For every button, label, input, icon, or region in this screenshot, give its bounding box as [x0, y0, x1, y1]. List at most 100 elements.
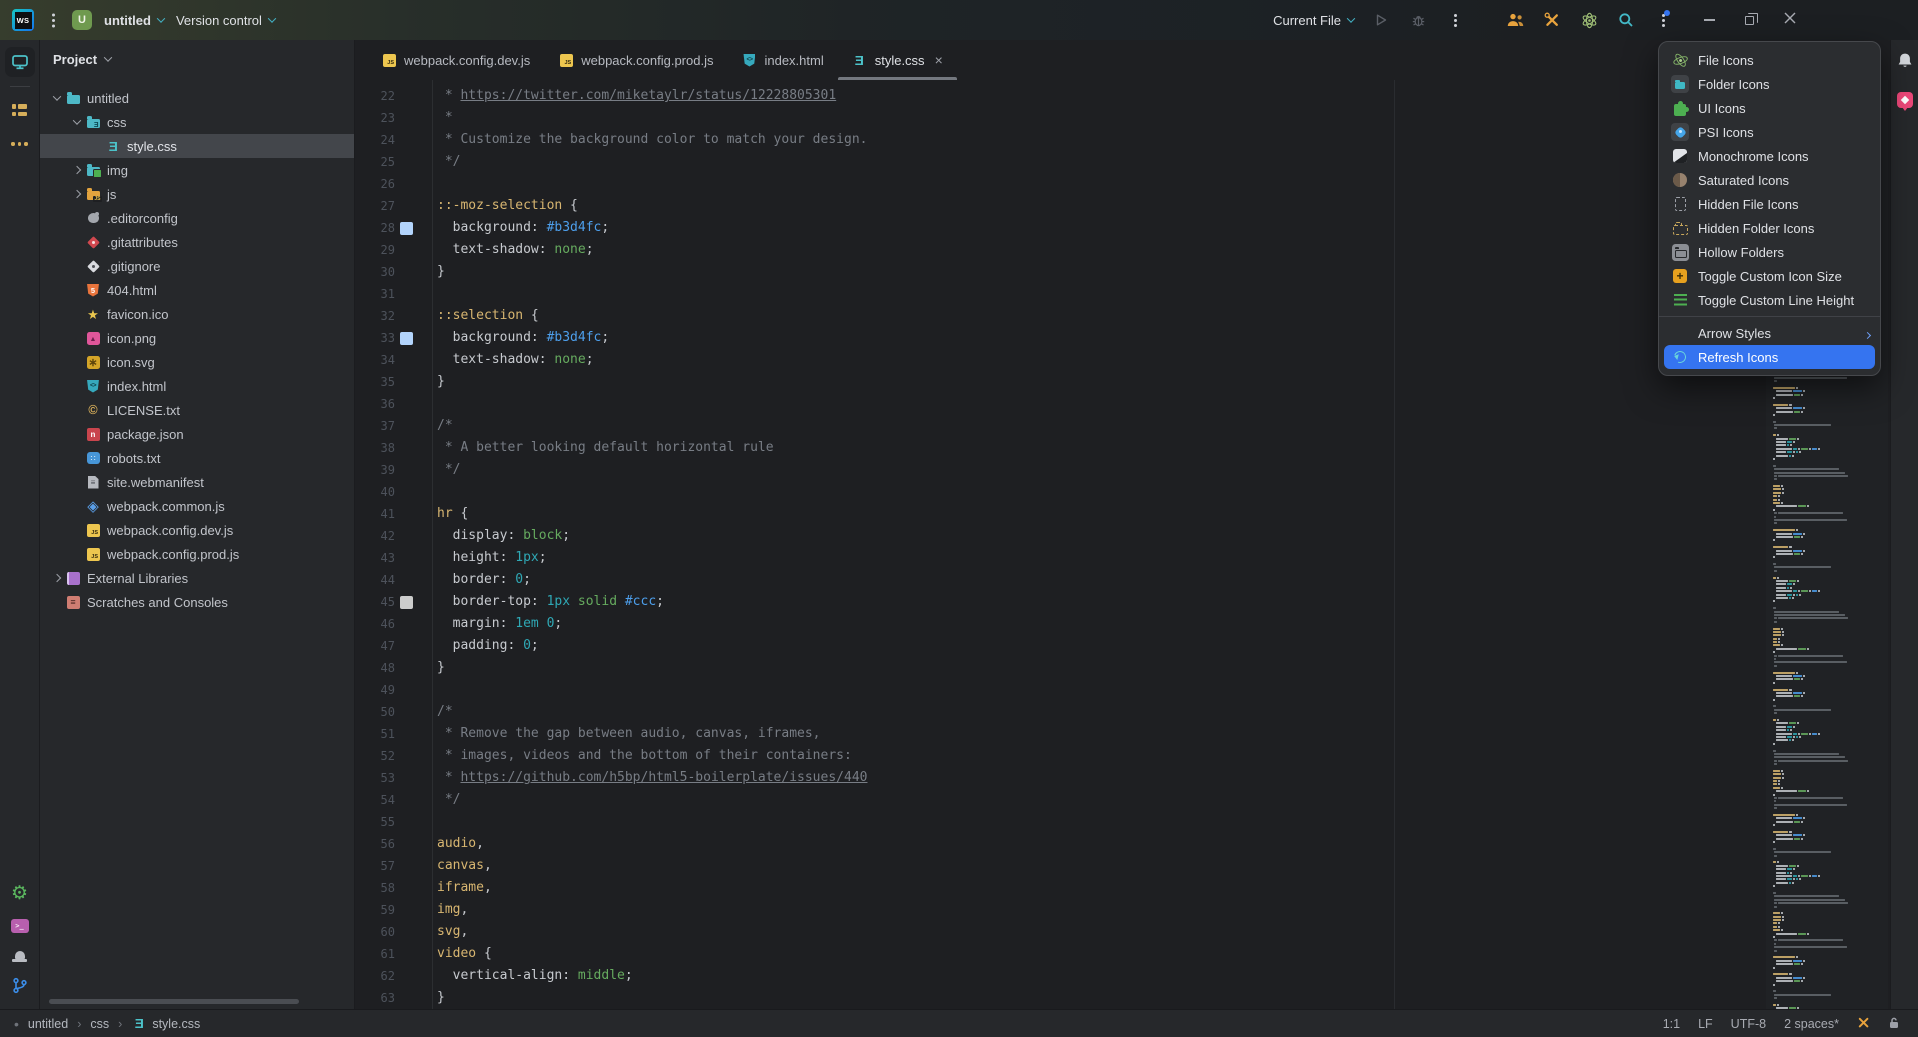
run-button[interactable] [1371, 10, 1391, 30]
menu-item-hidden-file-icons[interactable]: Hidden File Icons [1659, 192, 1880, 216]
chevron-collapsed-icon[interactable] [52, 574, 60, 582]
chevron-collapsed-icon[interactable] [72, 190, 80, 198]
line-number[interactable]: 41 [355, 503, 395, 525]
breadcrumb-style-css[interactable]: Ǝstyle.css [131, 1016, 200, 1032]
line-number[interactable]: 46 [355, 613, 395, 635]
line-number[interactable]: 43 [355, 547, 395, 569]
tab-webpack-config-prod-js[interactable]: JSwebpack.config.prod.js [544, 40, 727, 80]
more-tool-windows-button[interactable] [5, 129, 35, 159]
horizontal-scrollbar[interactable] [49, 999, 299, 1004]
line-number[interactable]: 61 [355, 943, 395, 965]
line-number[interactable]: 51 [355, 723, 395, 745]
line-number[interactable]: 44 [355, 569, 395, 591]
line-number[interactable]: 56 [355, 833, 395, 855]
structure-tool-button[interactable] [5, 95, 35, 125]
line-number[interactable]: 47 [355, 635, 395, 657]
tree-item-untitled[interactable]: untitled [40, 86, 354, 110]
status-lf[interactable]: LF [1698, 1017, 1713, 1031]
tree-item-gitattributes[interactable]: .gitattributes [40, 230, 354, 254]
line-number[interactable]: 49 [355, 679, 395, 701]
menu-item-toggle-custom-icon-size[interactable]: +Toggle Custom Icon Size [1659, 264, 1880, 288]
line-number[interactable]: 32 [355, 305, 395, 327]
line-number[interactable]: 37 [355, 415, 395, 437]
minimize-button[interactable] [1704, 19, 1715, 21]
line-number[interactable]: 54 [355, 789, 395, 811]
line-number[interactable]: 45 [355, 591, 395, 613]
line-number[interactable]: 62 [355, 965, 395, 987]
status-1-1[interactable]: 1:1 [1663, 1017, 1680, 1031]
tab-style-css[interactable]: Ǝstyle.css× [838, 40, 957, 80]
main-menu-icon[interactable] [46, 11, 60, 29]
tree-item-webpack-config-dev-js[interactable]: JSwebpack.config.dev.js [40, 518, 354, 542]
line-number[interactable]: 29 [355, 239, 395, 261]
tree-item-img[interactable]: img [40, 158, 354, 182]
status-2-spaces[interactable]: 2 spaces* [1784, 1017, 1839, 1031]
line-number[interactable]: 60 [355, 921, 395, 943]
tree-item-css[interactable]: css [40, 110, 354, 134]
line-number[interactable]: 52 [355, 745, 395, 767]
tree-item-icon-png[interactable]: ▲icon.png [40, 326, 354, 350]
line-number[interactable]: 59 [355, 899, 395, 921]
terminal-button[interactable]: >_ [11, 919, 29, 933]
ai-assistant-button[interactable] [1897, 92, 1913, 108]
color-swatch[interactable] [400, 222, 413, 235]
line-number[interactable]: 39 [355, 459, 395, 481]
menu-item-file-icons[interactable]: File Icons [1659, 48, 1880, 72]
status-lock-icon[interactable] [1888, 1016, 1900, 1032]
breadcrumb-untitled[interactable]: untitled [28, 1017, 68, 1031]
menu-item-hollow-folders[interactable]: Hollow Folders [1659, 240, 1880, 264]
tools-wrench-icon[interactable] [1542, 10, 1562, 30]
line-number[interactable]: 55 [355, 811, 395, 833]
chevron-expanded-icon[interactable] [72, 116, 80, 124]
tree-item-webpack-config-prod-js[interactable]: JSwebpack.config.prod.js [40, 542, 354, 566]
tree-item-external-libraries[interactable]: External Libraries [40, 566, 354, 590]
tree-item-webpack-common-js[interactable]: ◈webpack.common.js [40, 494, 354, 518]
notifications-button[interactable] [1897, 52, 1913, 74]
tab-webpack-config-dev-js[interactable]: JSwebpack.config.dev.js [367, 40, 544, 80]
more-run-actions[interactable] [1445, 10, 1465, 30]
close-button[interactable] [1784, 11, 1796, 29]
line-number[interactable]: 28 [355, 217, 395, 239]
line-number[interactable]: 38 [355, 437, 395, 459]
menu-item-monochrome-icons[interactable]: Monochrome Icons [1659, 144, 1880, 168]
menu-item-hidden-folder-icons[interactable]: Hidden Folder Icons [1659, 216, 1880, 240]
chevron-down-icon[interactable] [104, 53, 112, 61]
line-number[interactable]: 53 [355, 767, 395, 789]
code-with-me-users-icon[interactable] [1505, 10, 1525, 30]
status-tools-icon[interactable] [1857, 1016, 1870, 1032]
line-number[interactable]: 27 [355, 195, 395, 217]
line-number[interactable]: 36 [355, 393, 395, 415]
services-button[interactable] [12, 948, 27, 962]
git-button[interactable] [12, 977, 28, 999]
tree-item-robots-txt[interactable]: ∷robots.txt [40, 446, 354, 470]
close-tab-icon[interactable]: × [935, 53, 943, 67]
search-everywhere-icon[interactable] [1616, 10, 1636, 30]
tree-item-scratches-and-consoles[interactable]: ≡Scratches and Consoles [40, 590, 354, 614]
menu-item-toggle-custom-line-height[interactable]: Toggle Custom Line Height [1659, 288, 1880, 312]
menu-item-refresh-icons[interactable]: Refresh Icons [1664, 345, 1875, 369]
menu-item-saturated-icons[interactable]: Saturated Icons [1659, 168, 1880, 192]
line-number[interactable]: 63 [355, 987, 395, 1009]
line-number[interactable]: 40 [355, 481, 395, 503]
color-swatch[interactable] [400, 596, 413, 609]
project-widget[interactable]: untitled [104, 13, 164, 28]
line-number[interactable]: 30 [355, 261, 395, 283]
chevron-expanded-icon[interactable] [52, 92, 60, 100]
project-avatar[interactable]: U [72, 10, 92, 30]
line-number[interactable]: 26 [355, 173, 395, 195]
vcs-widget[interactable]: Version control [176, 13, 275, 28]
tree-item-package-json[interactable]: npackage.json [40, 422, 354, 446]
line-number[interactable]: 31 [355, 283, 395, 305]
line-number[interactable]: 35 [355, 371, 395, 393]
line-number[interactable]: 58 [355, 877, 395, 899]
menu-item-folder-icons[interactable]: Folder Icons [1659, 72, 1880, 96]
color-swatch[interactable] [400, 332, 413, 345]
run-config-selector[interactable]: Current File [1273, 13, 1354, 28]
tree-item-license-txt[interactable]: ©LICENSE.txt [40, 398, 354, 422]
status-utf-8[interactable]: UTF-8 [1731, 1017, 1766, 1031]
project-tool-button[interactable] [5, 47, 35, 77]
tree-item-site-webmanifest[interactable]: ≡site.webmanifest [40, 470, 354, 494]
tree-item-index-html[interactable]: <>index.html [40, 374, 354, 398]
restore-button[interactable] [1745, 16, 1754, 25]
settings-button[interactable]: ⚙ [11, 884, 28, 904]
